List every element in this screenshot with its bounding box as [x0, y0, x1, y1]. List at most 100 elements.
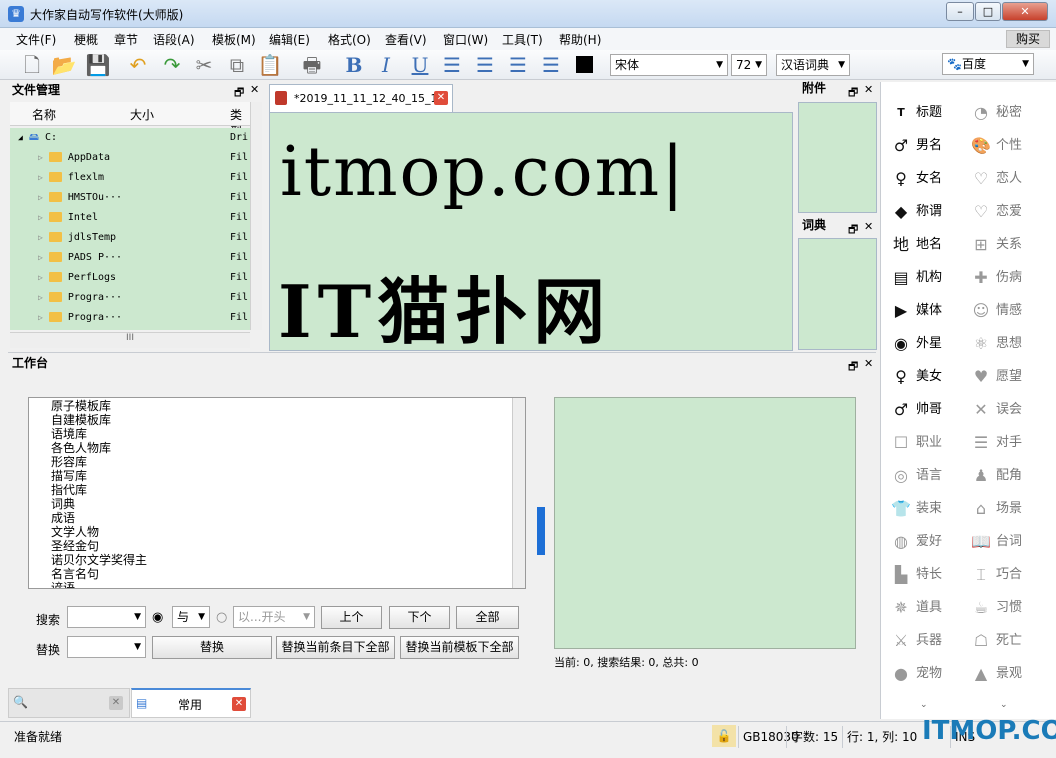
expand-icon[interactable]: ▷	[38, 273, 43, 282]
menu-view[interactable]: 查看(V)	[385, 31, 427, 48]
list-item[interactable]: 原子模板库	[51, 399, 111, 413]
material-item[interactable]: ✚ 伤病	[970, 263, 1050, 293]
tab-common[interactable]: ▤ 常用 ✕	[131, 688, 251, 718]
material-item[interactable]: ♟ 配角	[970, 461, 1050, 491]
close-tab-icon[interactable]: ✕	[109, 696, 123, 710]
underline-button[interactable]: U	[406, 52, 434, 78]
align-left-icon[interactable]: ☰	[438, 52, 466, 78]
radio-starts[interactable]: ○	[216, 610, 227, 625]
material-item[interactable]: ⊞ 关系	[970, 230, 1050, 260]
close-panel-icon[interactable]: ✕	[864, 357, 873, 370]
material-item[interactable]: 📖 台词	[970, 527, 1050, 557]
menu-chapter[interactable]: 章节	[114, 31, 138, 48]
menu-template[interactable]: 模板(M)	[212, 31, 256, 48]
material-item[interactable]: ◆ 称谓	[890, 197, 970, 227]
material-item[interactable]: ⌂ 场景	[970, 494, 1050, 524]
close-panel-icon[interactable]: ✕	[250, 83, 259, 96]
menu-format[interactable]: 格式(O)	[328, 31, 371, 48]
material-item[interactable]: ☖ 死亡	[970, 626, 1050, 656]
tree-row[interactable]: ▷ Progra··· Fil	[10, 308, 250, 328]
material-item[interactable]: ▲ 景观	[970, 659, 1050, 689]
starts-with-select[interactable]: 以...开头 ▼	[233, 606, 315, 628]
close-button[interactable]: ✕	[1002, 2, 1048, 21]
material-item[interactable]: 地地名	[890, 230, 970, 260]
menu-paragraph[interactable]: 语段(A)	[153, 31, 195, 48]
tree-row[interactable]: ▷ Progra··· Fil	[10, 288, 250, 308]
expand-icon[interactable]: ▷	[38, 293, 43, 302]
expand-icon[interactable]: ▷	[38, 233, 43, 242]
list-item[interactable]: 自建模板库	[51, 413, 111, 427]
tree-row[interactable]: ◢ 🖴 C: Dri	[10, 128, 250, 148]
material-item[interactable]: T 标题	[890, 98, 970, 128]
lock-icon[interactable]: 🔓	[712, 725, 736, 747]
material-item[interactable]: ⌶ 巧合	[970, 560, 1050, 590]
library-scrollbar[interactable]	[512, 398, 525, 588]
close-tab-icon[interactable]: ✕	[434, 91, 448, 105]
menu-edit[interactable]: 编辑(E)	[269, 31, 310, 48]
align-center-icon[interactable]: ☰	[471, 52, 499, 78]
material-item[interactable]: ✵ 道具	[890, 593, 970, 623]
column-name[interactable]: 名称	[32, 106, 56, 123]
align-right-icon[interactable]: ☰	[504, 52, 532, 78]
next-button[interactable]: 下个	[389, 606, 450, 629]
material-item[interactable]: ✕ 误会	[970, 395, 1050, 425]
expand-icon[interactable]: ▷	[38, 173, 43, 182]
material-item[interactable]: ● 宠物	[890, 659, 970, 689]
material-item[interactable]: ♀ 女名	[890, 164, 970, 194]
and-select[interactable]: 与 ▼	[172, 606, 210, 628]
file-hscrollbar[interactable]: III	[10, 332, 250, 348]
replace-template-all-button[interactable]: 替换当前模板下全部	[400, 636, 519, 659]
material-item[interactable]: ◉ 外星	[890, 329, 970, 359]
material-item[interactable]: ♀ 美女	[890, 362, 970, 392]
material-item[interactable]: 🎨 个性	[970, 131, 1050, 161]
list-item[interactable]: 成语	[51, 511, 75, 525]
material-item[interactable]: ♡ 恋人	[970, 164, 1050, 194]
tab-document[interactable]: *2019_11_11_12_40_15_1 ✕	[269, 84, 453, 112]
replace-item-all-button[interactable]: 替换当前条目下全部	[276, 636, 395, 659]
restore-panel-icon[interactable]: 🗗	[848, 84, 858, 103]
material-item[interactable]: ◎ 语言	[890, 461, 970, 491]
paste-icon[interactable]: 📋	[256, 52, 284, 78]
material-item[interactable]: ☰ 对手	[970, 428, 1050, 458]
list-item[interactable]: 名言名句	[51, 567, 99, 581]
file-tree[interactable]: ◢ 🖴 C: Dri ▷ AppData Fil ▷ flexlm Fil ▷ HMS…	[10, 128, 250, 330]
copy-icon[interactable]: ⧉	[223, 52, 251, 78]
tab-search[interactable]: 🔍 ✕	[8, 688, 130, 718]
text-color-swatch[interactable]	[576, 56, 593, 73]
menu-file[interactable]: 文件(F)	[16, 31, 56, 48]
splitter-handle[interactable]	[537, 507, 545, 555]
menu-window[interactable]: 窗口(W)	[443, 31, 488, 48]
expand-icon[interactable]: ▷	[38, 313, 43, 322]
list-item[interactable]: 形容库	[51, 455, 87, 469]
material-item[interactable]: ♡ 恋爱	[970, 197, 1050, 227]
replace-button[interactable]: 替换	[152, 636, 272, 659]
material-item[interactable]: ♂ 帅哥	[890, 395, 970, 425]
bold-button[interactable]: B	[340, 52, 368, 78]
tree-row[interactable]: ▷ AppData Fil	[10, 148, 250, 168]
print-icon[interactable]: 🖶	[298, 52, 326, 78]
scroll-down-icon[interactable]: ⌄	[920, 700, 928, 710]
material-item[interactable]: ◍ 爱好	[890, 527, 970, 557]
list-item[interactable]: 诺贝尔文学奖得主	[51, 553, 147, 567]
column-size[interactable]: 大小	[130, 106, 154, 123]
close-panel-icon[interactable]: ✕	[864, 220, 873, 233]
expand-icon[interactable]: ▷	[38, 213, 43, 222]
italic-button[interactable]: I	[372, 52, 400, 78]
expand-icon[interactable]: ▷	[38, 253, 43, 262]
dictionary-area[interactable]	[798, 238, 877, 350]
save-icon[interactable]: 💾	[84, 52, 112, 78]
material-item[interactable]: ▙ 特长	[890, 560, 970, 590]
menu-help[interactable]: 帮助(H)	[559, 31, 601, 48]
material-item[interactable]: ☺ 情感	[970, 296, 1050, 326]
cut-icon[interactable]: ✂	[190, 52, 218, 78]
library-list[interactable]: 原子模板库 自建模板库 语境库 各色人物库 形容库 描写库 指代库 词典 成语 文学人物 圣经金句诺…	[28, 397, 526, 589]
justify-icon[interactable]: ☰	[537, 52, 565, 78]
material-item[interactable]: 👕 装束	[890, 494, 970, 524]
expand-icon[interactable]: ▷	[38, 153, 43, 162]
material-item[interactable]: ⚛ 思想	[970, 329, 1050, 359]
list-item[interactable]: 文学人物	[51, 525, 99, 539]
buy-button[interactable]: 购买	[1006, 30, 1050, 48]
new-file-icon[interactable]: 🗋	[18, 52, 46, 78]
material-item[interactable]: ▶ 媒体	[890, 296, 970, 326]
open-folder-icon[interactable]: 📂	[50, 52, 78, 78]
